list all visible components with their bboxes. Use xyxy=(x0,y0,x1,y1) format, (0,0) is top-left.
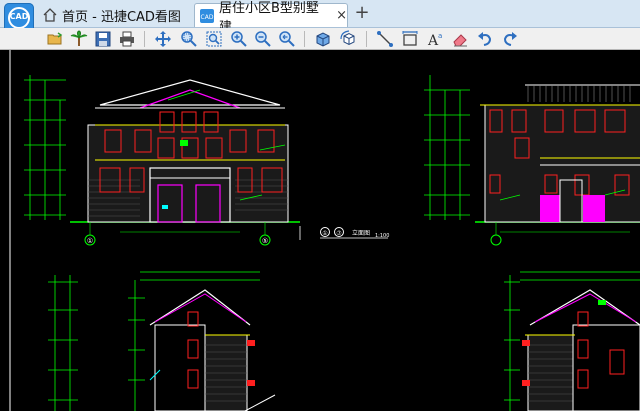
section-lower-left xyxy=(48,271,276,411)
new-tab-button[interactable]: + xyxy=(352,4,372,24)
undo-icon[interactable] xyxy=(476,30,494,48)
tab-close-icon[interactable]: × xyxy=(336,8,347,23)
cube-icon[interactable] xyxy=(314,30,332,48)
elevation-title: 立面图 xyxy=(352,229,370,237)
open-folder-icon[interactable] xyxy=(46,30,64,48)
annotation-marker xyxy=(162,205,168,209)
zoom-window-icon[interactable] xyxy=(180,30,198,48)
roof-outline xyxy=(529,289,640,326)
elevation-front: ① ⑤ xyxy=(24,75,301,246)
title-axis-start: ① xyxy=(322,230,327,237)
elevation-title-block: ① ⑦ 立面图 1:100 xyxy=(320,227,389,239)
redo-icon[interactable] xyxy=(501,30,519,48)
print-icon[interactable] xyxy=(118,30,136,48)
cad-drawing: ① ⑤ ① ⑦ 立面图 1:100 xyxy=(9,50,640,411)
zoom-out-icon[interactable] xyxy=(254,30,272,48)
palm-tree-icon[interactable] xyxy=(70,30,88,48)
zoom-in-icon[interactable] xyxy=(230,30,248,48)
eraser-icon[interactable] xyxy=(451,30,469,48)
tab-home-label: 首页 - 迅捷CAD看图 xyxy=(62,9,181,25)
toolbar-separator xyxy=(304,31,305,47)
toolbar: Aa xyxy=(0,28,640,50)
toolbar-separator xyxy=(144,31,145,47)
measure-line-icon[interactable] xyxy=(376,30,394,48)
dimension-lines-left xyxy=(24,75,66,220)
axis-label: ① xyxy=(87,237,93,245)
zoom-previous-icon[interactable] xyxy=(278,30,296,48)
svg-text:a: a xyxy=(438,32,442,40)
dimension-lines-right xyxy=(424,75,470,220)
logo-text: CAD xyxy=(9,12,29,21)
side-door xyxy=(540,195,560,222)
roof-tiles xyxy=(527,85,631,102)
dimension-icon[interactable] xyxy=(401,30,419,48)
side-door xyxy=(583,195,605,222)
annotation-marker xyxy=(180,140,188,146)
text-icon[interactable]: Aa xyxy=(426,30,444,49)
cad-file-icon: CAD xyxy=(199,8,215,24)
roof-outline xyxy=(99,79,281,106)
home-icon xyxy=(42,7,58,23)
axis-bubble xyxy=(490,234,502,246)
cad-viewer-window: CAD 首页 - 迅捷CAD看图 CAD 居住小区B型别墅建... × + A … xyxy=(0,0,640,411)
cube-rotate-icon[interactable] xyxy=(340,30,358,48)
tab-file[interactable]: CAD 居住小区B型别墅建... × xyxy=(194,1,348,35)
pan-icon[interactable] xyxy=(154,30,172,48)
tab-bar: CAD 首页 - 迅捷CAD看图 CAD 居住小区B型别墅建... × + xyxy=(0,0,640,35)
toolbar-separator xyxy=(366,31,367,47)
drawing-canvas[interactable]: ① ⑤ ① ⑦ 立面图 1:100 xyxy=(0,50,640,411)
svg-text:CAD: CAD xyxy=(201,14,214,21)
title-axis-end: ⑦ xyxy=(336,230,342,237)
save-icon[interactable] xyxy=(94,30,112,48)
section-lower-right xyxy=(504,271,640,411)
roof-outline xyxy=(149,289,251,326)
elevation-side xyxy=(424,75,640,246)
axis-label: ⑤ xyxy=(262,237,268,245)
tab-home[interactable]: 首页 - 迅捷CAD看图 xyxy=(42,3,190,27)
zoom-extents-icon[interactable] xyxy=(205,30,223,48)
